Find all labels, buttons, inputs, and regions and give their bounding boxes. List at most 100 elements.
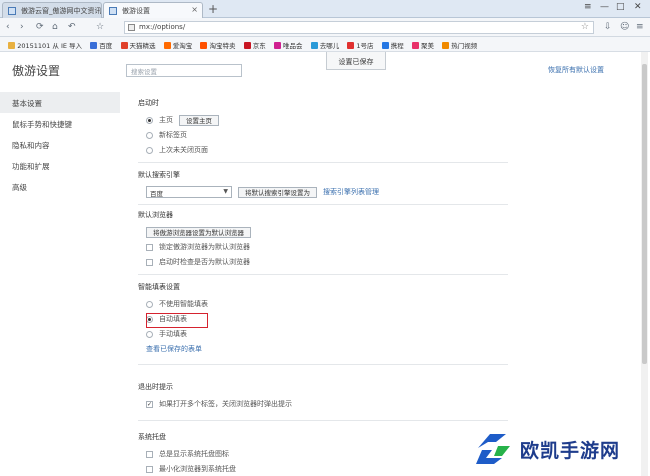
settings-page-icon bbox=[109, 7, 117, 15]
manage-engines-link[interactable]: 搜索引擎列表管理 bbox=[323, 187, 379, 197]
startup-home-option[interactable]: 主页 设置主页 bbox=[146, 114, 508, 126]
undo-close-icon[interactable]: ↶ bbox=[68, 21, 76, 33]
section-heading: 启动时 bbox=[138, 99, 159, 107]
tab-maxthon-news[interactable]: 傲游云窗_傲游网中文资讯平台 bbox=[2, 2, 102, 18]
maximize-icon[interactable]: □ bbox=[616, 2, 625, 12]
bookmark-item[interactable]: 百度 bbox=[90, 40, 112, 50]
restore-defaults-link[interactable]: 恢复所有默认设置 bbox=[548, 65, 604, 75]
show-tray-option[interactable]: 总是显示系统托盘图标 bbox=[146, 448, 508, 460]
page-icon bbox=[128, 24, 135, 31]
menu-icon[interactable]: ≡ bbox=[584, 2, 592, 12]
menu-dots-icon[interactable]: ≡ bbox=[636, 21, 644, 33]
bookmark-item[interactable]: 唯品会 bbox=[273, 40, 302, 50]
lock-default-option[interactable]: 锁定傲游浏览器为默认浏览器 bbox=[146, 241, 508, 253]
bookmark-icon bbox=[412, 42, 420, 49]
radio-button[interactable] bbox=[146, 300, 153, 308]
sidebar-item-extensions[interactable]: 功能和扩展 bbox=[0, 155, 120, 176]
bookmark-item[interactable]: 聚美 bbox=[412, 40, 434, 50]
startup-last-option[interactable]: 上次未关闭页面 bbox=[146, 144, 508, 156]
radio-button[interactable] bbox=[146, 116, 153, 124]
close-tab-icon[interactable]: × bbox=[191, 5, 198, 14]
back-icon[interactable]: ‹ bbox=[6, 21, 10, 33]
settings-search-input[interactable]: 搜索设置 bbox=[126, 64, 242, 77]
multi-tab-prompt-option[interactable]: ✓ 如果打开多个标签，关闭浏览器时弹出提示 bbox=[146, 398, 508, 410]
radio-button[interactable] bbox=[146, 131, 153, 139]
bookmark-item[interactable]: 携程 bbox=[381, 40, 404, 50]
checkbox[interactable] bbox=[146, 243, 153, 251]
default-browser-section: 默认浏览器 将傲游浏览器设置为默认浏览器 锁定傲游浏览器为默认浏览器 启动时检查… bbox=[138, 210, 508, 271]
highlight-box bbox=[146, 313, 208, 328]
section-heading: 默认浏览器 bbox=[138, 211, 173, 219]
new-tab-button[interactable]: + bbox=[208, 3, 218, 15]
sidebar-item-advanced[interactable]: 高级 bbox=[0, 176, 120, 197]
tray-section: 系统托盘 总是显示系统托盘图标 最小化浏览器到系统托盘 bbox=[138, 432, 508, 476]
divider bbox=[138, 274, 508, 275]
divider bbox=[138, 204, 508, 205]
set-home-button[interactable]: 设置主页 bbox=[179, 114, 219, 126]
bookmark-item[interactable]: 天猫精选 bbox=[120, 40, 156, 50]
set-default-engine-button[interactable]: 将默认搜索引擎设置为 bbox=[238, 186, 317, 198]
settings-page: 傲游设置 搜索设置 设置已保存 恢复所有默认设置 基本设置 鼠标手势和快捷键 隐… bbox=[0, 52, 650, 476]
close-prompt-section: 退出时提示 ✓ 如果打开多个标签，关闭浏览器时弹出提示 bbox=[138, 382, 508, 413]
set-default-browser-button[interactable]: 将傲游浏览器设置为默认浏览器 bbox=[146, 226, 251, 238]
tab-settings[interactable]: 傲游设置 × bbox=[103, 2, 203, 18]
bookmark-item[interactable]: 去哪儿 bbox=[310, 40, 339, 50]
search-engine-section: 默认搜索引擎 百度 ▼ 将默认搜索引擎设置为 搜索引擎列表管理 bbox=[138, 170, 508, 201]
minimize-tray-option[interactable]: 最小化浏览器到系统托盘 bbox=[146, 463, 508, 475]
startup-section: 启动时 主页 设置主页 新标签页 上次未关闭页面 bbox=[138, 98, 508, 159]
tab-title: 傲游设置 bbox=[122, 7, 150, 15]
bookmark-star-icon[interactable]: ☆ bbox=[581, 22, 589, 32]
bookmark-item[interactable]: 1号店 bbox=[347, 40, 374, 50]
section-heading: 默认搜索引擎 bbox=[138, 171, 180, 179]
section-heading: 系统托盘 bbox=[138, 433, 166, 441]
radio-button[interactable] bbox=[146, 330, 153, 338]
page-icon bbox=[8, 7, 16, 15]
address-input[interactable]: mx://options/ ☆ bbox=[124, 21, 594, 34]
watermark-text: 欧凯手游网 bbox=[520, 440, 621, 462]
bookmark-item[interactable]: 淘宝特卖 bbox=[200, 40, 235, 50]
radio-button[interactable] bbox=[146, 146, 153, 154]
fill-manual-option[interactable]: 手动填表 bbox=[146, 328, 508, 340]
tab-strip: 傲游云窗_傲游网中文资讯平台 傲游设置 × + ≡ — □ ✕ bbox=[0, 0, 650, 18]
folder-icon bbox=[442, 42, 450, 49]
bookmark-icon bbox=[273, 42, 281, 49]
scrollbar[interactable] bbox=[641, 52, 648, 476]
checkbox[interactable] bbox=[146, 450, 153, 458]
address-toolbar: ‹ › ⟳ ⌂ ↶ ☆ mx://options/ ☆ ⇩ ☺ ≡ bbox=[0, 18, 650, 37]
bookmark-item[interactable]: 20151101 从 IE 导入 bbox=[8, 40, 82, 50]
bookmark-item[interactable]: 热门视频 bbox=[442, 40, 477, 50]
divider bbox=[138, 420, 508, 421]
sidebar-item-gestures[interactable]: 鼠标手势和快捷键 bbox=[0, 113, 120, 134]
smart-fill-section: 智能填表设置 不使用智能填表 自动填表 手动填表 查看已保存的表单 bbox=[138, 282, 508, 358]
check-default-option[interactable]: 启动时检查是否为默认浏览器 bbox=[146, 256, 508, 268]
section-heading: 退出时提示 bbox=[138, 383, 173, 391]
search-engine-select[interactable]: 百度 ▼ bbox=[146, 186, 232, 198]
bookmark-icon bbox=[243, 42, 251, 49]
page-title: 傲游设置 bbox=[12, 64, 61, 78]
startup-newtab-option[interactable]: 新标签页 bbox=[146, 129, 508, 141]
checkbox[interactable]: ✓ bbox=[146, 400, 153, 408]
sidebar-item-basic[interactable]: 基本设置 bbox=[0, 92, 120, 113]
fill-disable-option[interactable]: 不使用智能填表 bbox=[146, 298, 508, 310]
saved-forms-link[interactable]: 查看已保存的表单 bbox=[146, 343, 508, 355]
sidebar-item-privacy[interactable]: 隐私和内容 bbox=[0, 134, 120, 155]
user-icon[interactable]: ☺ bbox=[620, 21, 629, 33]
bookmark-icon bbox=[200, 42, 208, 49]
settings-sidebar: 基本设置 鼠标手势和快捷键 隐私和内容 功能和扩展 高级 bbox=[0, 92, 120, 197]
downloads-icon[interactable]: ⇩ bbox=[604, 21, 612, 33]
refresh-icon[interactable]: ⟳ bbox=[36, 21, 44, 33]
forward-icon[interactable]: › bbox=[20, 21, 24, 33]
minimize-icon[interactable]: — bbox=[600, 2, 609, 12]
close-window-icon[interactable]: ✕ bbox=[634, 2, 642, 12]
checkbox[interactable] bbox=[146, 258, 153, 266]
folder-icon bbox=[8, 42, 16, 49]
home-icon[interactable]: ⌂ bbox=[52, 21, 58, 33]
favorites-icon[interactable]: ☆ bbox=[96, 21, 104, 33]
checkbox[interactable] bbox=[146, 465, 153, 473]
bookmark-icon bbox=[347, 42, 355, 49]
bookmark-item[interactable]: 爱淘宝 bbox=[163, 40, 192, 50]
bookmark-item[interactable]: 京东 bbox=[243, 40, 266, 50]
tab-title: 傲游云窗_傲游网中文资讯平台 bbox=[21, 7, 102, 15]
scrollbar-thumb[interactable] bbox=[642, 64, 647, 364]
bookmark-icon bbox=[381, 42, 389, 49]
